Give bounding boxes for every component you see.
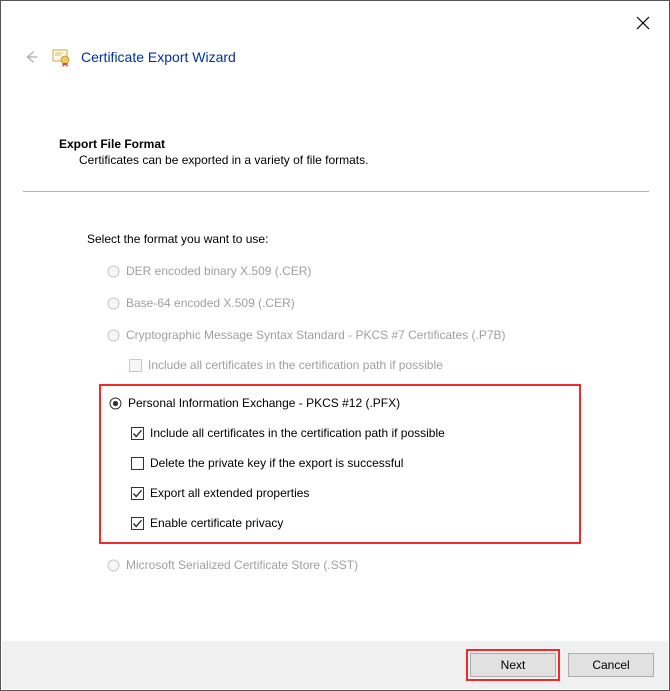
radio-icon [107, 329, 120, 342]
radio-icon [107, 559, 120, 572]
checkbox-icon [131, 487, 144, 500]
check-pfx-privacy[interactable]: Enable certificate privacy [131, 514, 573, 532]
radio-label: DER encoded binary X.509 (.CER) [126, 264, 311, 278]
radio-sst: Microsoft Serialized Certificate Store (… [107, 556, 649, 574]
radio-icon [107, 297, 120, 310]
pfx-highlight-box: Personal Information Exchange - PKCS #12… [99, 384, 581, 544]
wizard-header: Certificate Export Wizard [21, 47, 649, 67]
checkbox-icon [131, 427, 144, 440]
check-pfx-include[interactable]: Include all certificates in the certific… [131, 424, 573, 442]
divider [23, 191, 649, 192]
check-pkcs7-include: Include all certificates in the certific… [129, 356, 649, 374]
checkbox-icon [131, 517, 144, 530]
format-options: DER encoded binary X.509 (.CER) Base-64 … [107, 262, 649, 574]
back-arrow-icon[interactable] [21, 47, 41, 67]
wizard-title: Certificate Export Wizard [81, 49, 236, 65]
check-pfx-extended[interactable]: Export all extended properties [131, 484, 573, 502]
checkbox-icon [129, 359, 142, 372]
wizard-content: Export File Format Certificates can be e… [21, 137, 649, 574]
radio-icon [107, 265, 120, 278]
checkbox-label: Enable certificate privacy [150, 516, 283, 530]
next-button[interactable]: Next [470, 653, 556, 677]
checkbox-icon [131, 457, 144, 470]
checkbox-label: Delete the private key if the export is … [150, 456, 403, 470]
cancel-button[interactable]: Cancel [568, 653, 654, 677]
checkbox-label: Include all certificates in the certific… [150, 426, 445, 440]
radio-icon [109, 397, 122, 410]
close-icon[interactable] [635, 15, 651, 31]
radio-base64: Base-64 encoded X.509 (.CER) [107, 294, 649, 312]
instruction-text: Select the format you want to use: [87, 232, 649, 246]
radio-label: Base-64 encoded X.509 (.CER) [126, 296, 295, 310]
section-subtitle: Certificates can be exported in a variet… [79, 153, 649, 167]
radio-pkcs7: Cryptographic Message Syntax Standard - … [107, 326, 649, 344]
radio-label: Microsoft Serialized Certificate Store (… [126, 558, 358, 572]
checkbox-label: Include all certificates in the certific… [148, 358, 443, 372]
radio-label: Personal Information Exchange - PKCS #12… [128, 396, 400, 410]
radio-pfx[interactable]: Personal Information Exchange - PKCS #12… [109, 394, 573, 412]
wizard-footer: Next Cancel [2, 641, 668, 689]
section-title: Export File Format [59, 137, 649, 151]
next-button-highlight: Next [466, 649, 560, 681]
certificate-icon [51, 47, 71, 67]
radio-der: DER encoded binary X.509 (.CER) [107, 262, 649, 280]
checkbox-label: Export all extended properties [150, 486, 309, 500]
check-pfx-delete[interactable]: Delete the private key if the export is … [131, 454, 573, 472]
radio-label: Cryptographic Message Syntax Standard - … [126, 328, 506, 342]
